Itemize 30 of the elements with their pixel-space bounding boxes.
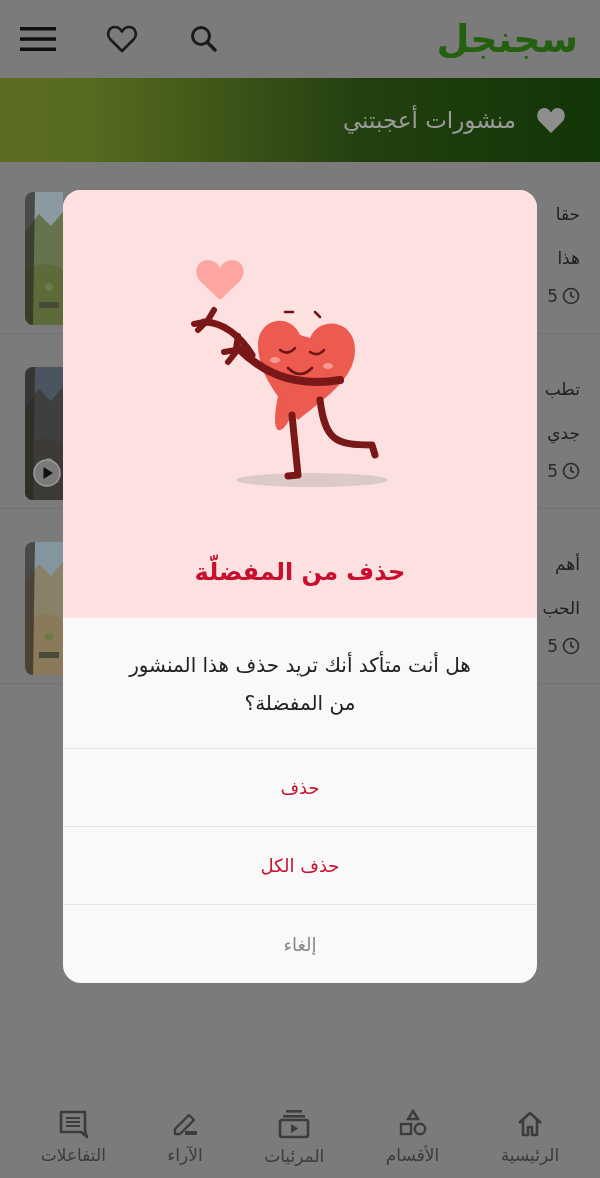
post-title-line[interactable]: حقا [555,192,580,236]
post-time: 5 [547,286,558,306]
post-time: 5 [547,636,558,656]
page-title: منشورات أعجبتني [342,107,516,133]
heart-outline-icon[interactable] [106,24,138,54]
post-title-line[interactable]: تطب [544,367,580,411]
dialog-message: هل أنت متأكد أنك تريد حذف هذا المنشور من المفضلة؟ [63,618,537,749]
video-icon [278,1107,311,1140]
nav-tab[interactable]: الأقسام [385,1108,440,1165]
nav-tab[interactable]: التفاعلات [40,1108,106,1165]
play-icon[interactable] [33,459,61,487]
clock-icon [562,637,580,655]
clock-icon [562,462,580,480]
app-logo: سجنجل [436,17,578,61]
clock-icon [562,287,580,305]
heart-icon [536,106,566,134]
dialog-action-button[interactable]: حذف الكل [63,827,537,905]
chat-icon [58,1108,89,1139]
menu-icon[interactable] [20,26,56,52]
nav-tab[interactable]: الآراء [167,1108,203,1165]
post-time: 5 [547,461,558,481]
search-icon[interactable] [188,23,220,55]
post-title-line[interactable]: أهم [555,542,580,586]
dialog-action-button[interactable]: إلغاء [63,905,537,983]
nav-tab[interactable]: المرئيات [264,1107,325,1166]
post-title-line[interactable]: الحب [542,586,580,630]
nav-tab[interactable]: الرئيسية [500,1108,560,1165]
post-title-line[interactable]: هذا [557,236,580,280]
dialog-action-button[interactable]: حذف [63,749,537,827]
post-title-line[interactable]: جدي [547,411,580,455]
